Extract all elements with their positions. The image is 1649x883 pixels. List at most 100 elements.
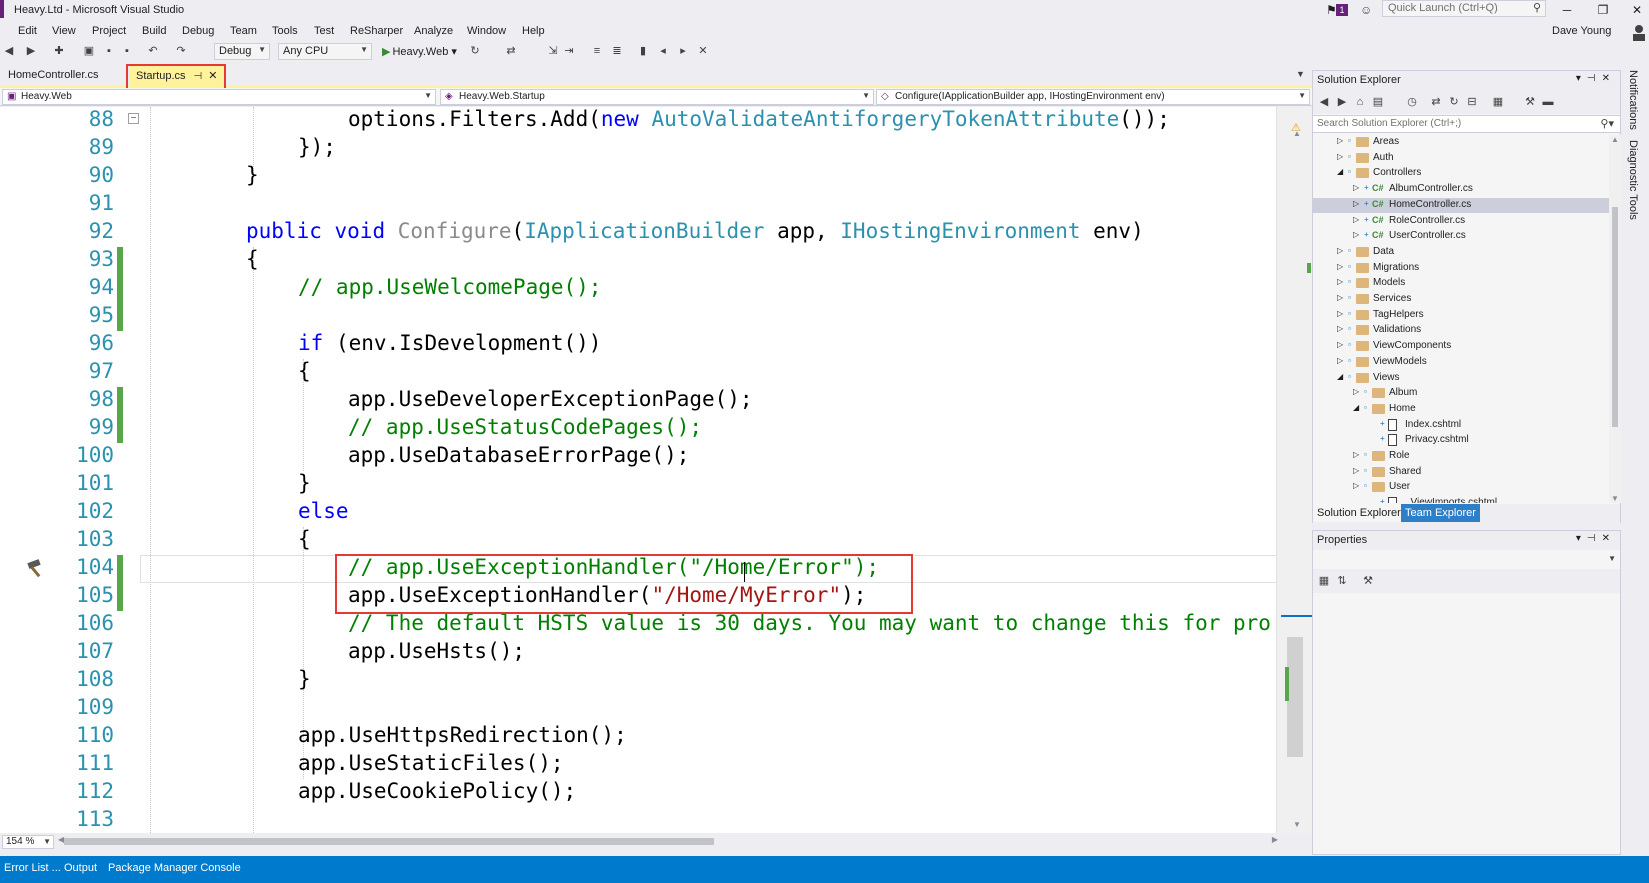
expand-arrow-icon[interactable]: ▷ xyxy=(1337,277,1345,286)
start-debugging-button[interactable]: ▶ Heavy.Web ▾ xyxy=(382,45,457,58)
solution-tree-scrollbar[interactable]: ▲ ▼ xyxy=(1609,135,1621,503)
expand-arrow-icon[interactable]: ▷ xyxy=(1337,246,1345,255)
save-icon[interactable]: ▪ xyxy=(102,44,116,58)
alphabetical-icon[interactable]: ⇅ xyxy=(1335,574,1349,588)
scrollbar-thumb[interactable] xyxy=(64,838,714,845)
property-pages-icon[interactable]: ⚒ xyxy=(1361,574,1375,588)
feedback-icon[interactable]: ☺ xyxy=(1360,3,1372,17)
project-select[interactable]: ▣ Heavy.Web ▼ xyxy=(2,89,436,105)
tab-output[interactable]: Output xyxy=(64,862,97,874)
scroll-up-arrow[interactable]: ▲ xyxy=(1611,135,1619,144)
avatar[interactable] xyxy=(1630,23,1648,41)
scroll-down-arrow[interactable]: ▼ xyxy=(1611,494,1619,503)
save-all-icon[interactable]: ▪ xyxy=(120,44,134,58)
scrollbar-thumb[interactable] xyxy=(1612,207,1618,427)
tree-item[interactable]: ▷ ▫ TagHelpers xyxy=(1313,308,1609,323)
expand-arrow-icon[interactable]: ▷ xyxy=(1337,262,1345,271)
tree-item[interactable]: ▷ + C# UserController.cs xyxy=(1313,229,1609,244)
editor-vertical-scrollbar[interactable]: ⚠ ▲ ▼ xyxy=(1276,107,1313,833)
menu-tools[interactable]: Tools xyxy=(272,25,298,37)
menu-window[interactable]: Window xyxy=(467,25,506,37)
scroll-down-arrow[interactable]: ▼ xyxy=(1293,820,1301,829)
chevron-down-icon[interactable]: ▼ xyxy=(1296,69,1305,79)
comment-icon[interactable]: ≡ xyxy=(590,44,604,58)
menu-build[interactable]: Build xyxy=(142,25,166,37)
tree-item[interactable]: ▷ ▫ Areas xyxy=(1313,135,1609,150)
notifications-tab[interactable]: Notifications xyxy=(1627,70,1639,130)
tree-item[interactable]: ▷ ▫ Auth xyxy=(1313,151,1609,166)
collapse-arrow-icon[interactable]: ◢ xyxy=(1353,403,1361,412)
expand-arrow-icon[interactable]: ▷ xyxy=(1337,309,1345,318)
close-window-button[interactable]: ✕ xyxy=(1626,1,1648,19)
zoom-select[interactable]: 154 % ▼ xyxy=(2,835,54,849)
scroll-right-arrow[interactable]: ▶ xyxy=(1272,835,1278,844)
tree-item[interactable]: ▷ ▫ Shared xyxy=(1313,465,1609,480)
quick-actions-hammer-icon[interactable] xyxy=(24,556,48,580)
editor-horizontal-scrollbar[interactable]: ◀ ▶ xyxy=(58,835,1278,848)
next-bookmark-icon[interactable]: ▸ xyxy=(676,44,690,58)
configuration-select[interactable]: Debug ▼ xyxy=(214,43,270,60)
properties-object-select[interactable]: ▼ xyxy=(1315,552,1618,568)
history-icon[interactable]: ◷ xyxy=(1405,95,1419,109)
notifications-button[interactable]: ⚑ 1 xyxy=(1326,2,1350,18)
tree-item[interactable]: ◢ ▫ Controllers xyxy=(1313,166,1609,181)
show-all-files-icon[interactable]: ▦ xyxy=(1491,95,1505,109)
tree-item[interactable]: ▷ ▫ ViewComponents xyxy=(1313,339,1609,354)
bookmark-icon[interactable]: ▮ xyxy=(636,44,650,58)
minimize-button[interactable]: ─ xyxy=(1556,1,1578,19)
platform-select[interactable]: Any CPU ▼ xyxy=(278,43,372,60)
expand-arrow-icon[interactable]: ▷ xyxy=(1353,466,1361,475)
browser-link-icon[interactable]: ⇄ xyxy=(504,44,518,58)
tree-item[interactable]: + Index.cshtml xyxy=(1313,418,1609,433)
expand-arrow-icon[interactable]: ▷ xyxy=(1337,152,1345,161)
menu-view[interactable]: View xyxy=(52,25,76,37)
tab-team-explorer[interactable]: Team Explorer xyxy=(1401,504,1480,522)
switch-views-icon[interactable]: ▤ xyxy=(1371,95,1385,109)
tree-item[interactable]: ▷ ▫ Data xyxy=(1313,245,1609,260)
expand-arrow-icon[interactable]: ▷ xyxy=(1353,450,1361,459)
sync-icon[interactable]: ⇄ xyxy=(1429,95,1443,109)
expand-arrow-icon[interactable]: ▷ xyxy=(1353,215,1361,224)
collapse-all-icon[interactable]: ⊟ xyxy=(1465,95,1479,109)
uncomment-icon[interactable]: ≣ xyxy=(610,44,624,58)
back-icon[interactable]: ◀ xyxy=(2,44,16,58)
menu-analyze[interactable]: Analyze xyxy=(414,25,453,37)
menu-test[interactable]: Test xyxy=(314,25,334,37)
step-into-icon[interactable]: ⇲ xyxy=(546,44,560,58)
tree-item[interactable]: ◢ ▫ Home xyxy=(1313,402,1609,417)
categorized-icon[interactable]: ▦ xyxy=(1317,574,1331,588)
tree-item[interactable]: ▷ ▫ ViewModels xyxy=(1313,355,1609,370)
forward-icon[interactable]: ▶ xyxy=(1335,95,1349,109)
type-select[interactable]: ◈ Heavy.Web.Startup ▼ xyxy=(440,89,874,105)
prev-bookmark-icon[interactable]: ◂ xyxy=(656,44,670,58)
collapse-arrow-icon[interactable]: ◢ xyxy=(1337,372,1345,381)
clear-bookmarks-icon[interactable]: ✕ xyxy=(696,44,710,58)
open-file-icon[interactable]: ▣ xyxy=(82,44,96,58)
solution-search-input[interactable]: Search Solution Explorer (Ctrl+;) ⚲▾ xyxy=(1313,115,1620,133)
panel-window-controls[interactable]: ▾⊣✕ xyxy=(1576,73,1616,84)
refresh-icon[interactable]: ↻ xyxy=(1447,95,1461,109)
tree-item[interactable]: + _ViewImports.cshtml xyxy=(1313,496,1609,503)
scrollbar-thumb[interactable] xyxy=(1287,637,1303,757)
tab-error-list[interactable]: Error List ... xyxy=(4,862,61,874)
expand-arrow-icon[interactable]: ▷ xyxy=(1337,340,1345,349)
tree-item[interactable]: ▷ ▫ Services xyxy=(1313,292,1609,307)
tree-item[interactable]: ▷ ▫ User xyxy=(1313,480,1609,495)
tree-item[interactable]: ▷ + C# RoleController.cs xyxy=(1313,214,1609,229)
tree-item[interactable]: ▷ + C# HomeController.cs xyxy=(1313,197,1609,213)
step-over-icon[interactable]: ⇥ xyxy=(562,44,576,58)
member-select[interactable]: ◇ Configure(IApplicationBuilder app, IHo… xyxy=(876,89,1310,105)
diagnostic-tools-tab[interactable]: Diagnostic Tools xyxy=(1627,140,1639,220)
tree-item[interactable]: ▷ ▫ Migrations xyxy=(1313,261,1609,276)
code-editor[interactable]: 88 options.Filters.Add(new AutoValidateA… xyxy=(0,107,1312,833)
forward-icon[interactable]: ▶ xyxy=(24,44,38,58)
expand-arrow-icon[interactable]: ▷ xyxy=(1353,387,1361,396)
preview-icon[interactable]: ▬ xyxy=(1541,95,1555,109)
tree-item[interactable]: ▷ ▫ Validations xyxy=(1313,323,1609,338)
menu-edit[interactable]: Edit xyxy=(18,25,37,37)
properties-icon[interactable]: ⚒ xyxy=(1523,95,1537,109)
menu-resharper[interactable]: ReSharper xyxy=(350,25,403,37)
scroll-up-arrow[interactable]: ▲ xyxy=(1293,129,1301,138)
quick-launch-input[interactable]: Quick Launch (Ctrl+Q) ⚲ xyxy=(1382,0,1546,17)
menu-debug[interactable]: Debug xyxy=(182,25,214,37)
